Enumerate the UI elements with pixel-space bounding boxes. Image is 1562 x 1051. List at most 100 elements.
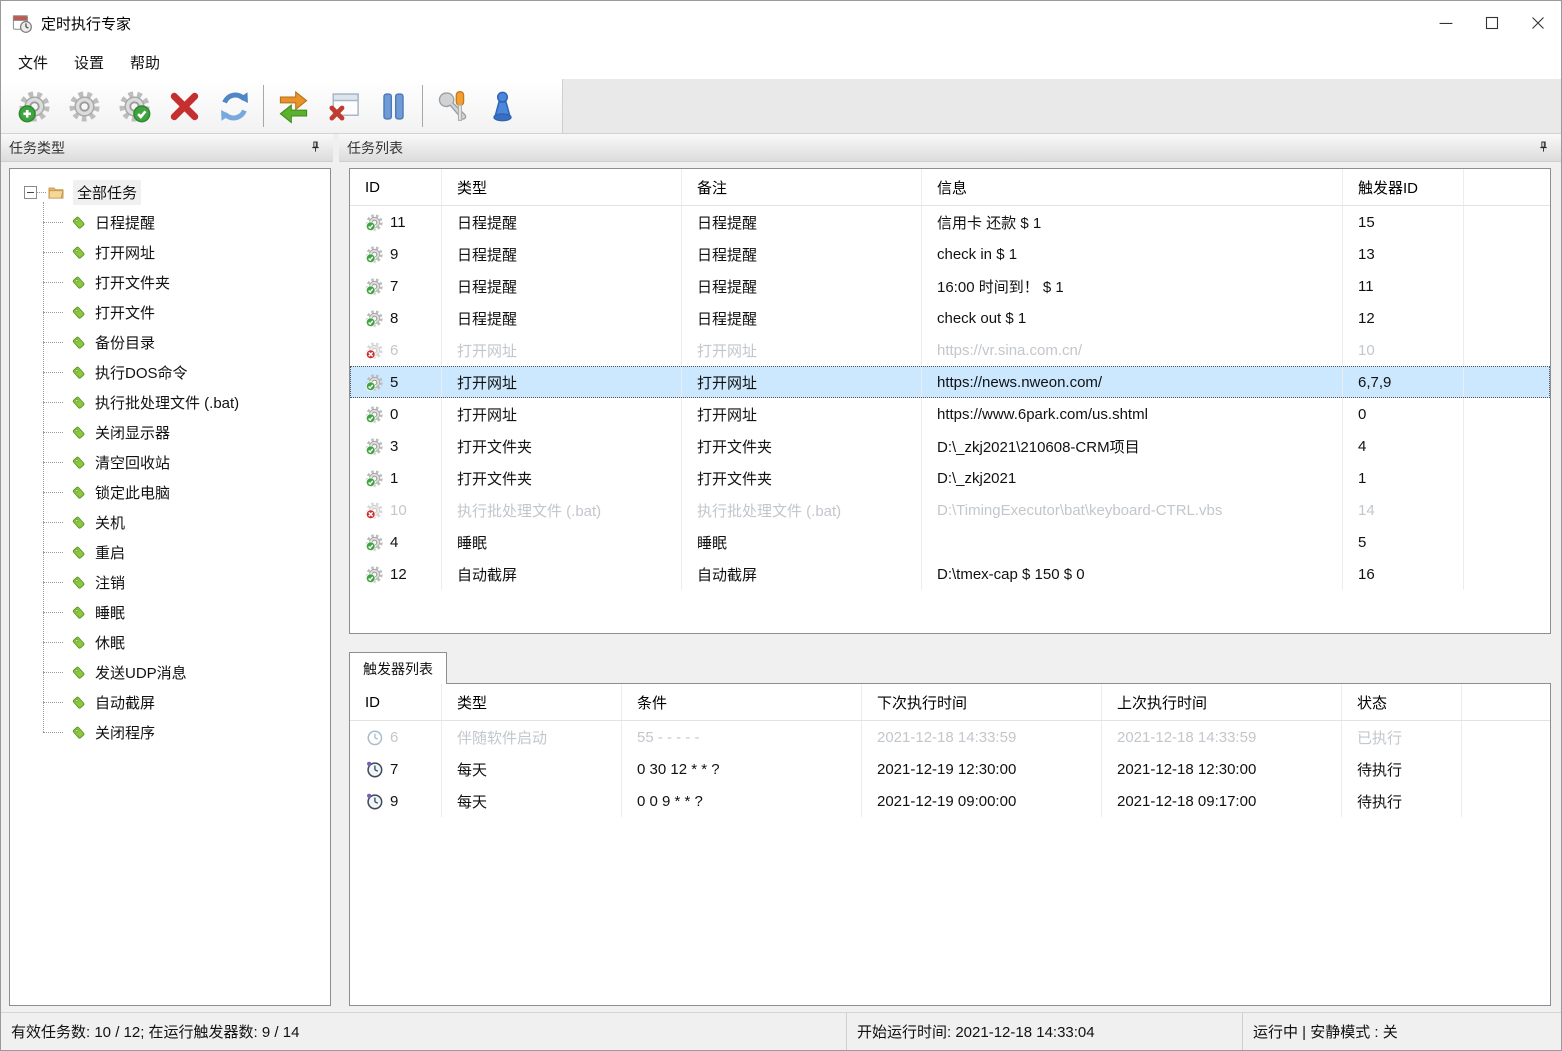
maximize-button[interactable] [1469,1,1515,45]
menu-settings[interactable]: 设置 [61,47,117,78]
task-row[interactable]: 0 打开网址 打开网址 https://www.6park.com/us.sht… [350,398,1550,430]
pin-button-right[interactable] [1533,138,1553,158]
tree-item-打开网址[interactable]: 打开网址 [16,237,326,267]
refresh-button[interactable] [209,82,259,130]
about-button[interactable] [477,82,527,130]
tree-item-关闭显示器[interactable]: 关闭显示器 [16,417,326,447]
tree-item-发送UDP消息[interactable]: 发送UDP消息 [16,657,326,687]
toolbar-divider [422,85,423,127]
tree-item-日程提醒[interactable]: 日程提醒 [16,207,326,237]
task-row[interactable]: 11 日程提醒 日程提醒 信用卡 还款 $ 1 15 [350,206,1550,238]
pin-button-left[interactable] [305,138,325,158]
column-header[interactable]: 上次执行时间 [1102,684,1342,720]
column-header[interactable]: 下次执行时间 [862,684,1102,720]
window-title: 定时执行专家 [41,13,131,34]
window-x-icon [326,89,361,124]
column-header[interactable]: 状态 [1342,684,1462,720]
tab-trigger-list[interactable]: 触发器列表 [349,652,447,684]
edit-task-button[interactable] [59,82,109,130]
row-filler [1462,753,1550,785]
row-filler [1464,430,1550,462]
column-header[interactable]: 备注 [682,169,922,205]
options-button[interactable] [427,82,477,130]
column-header[interactable]: ID [350,169,442,205]
minimize-button[interactable] [1423,1,1469,45]
row-filler [1464,558,1550,590]
task-row[interactable]: 10 执行批处理文件 (.bat) 执行批处理文件 (.bat) D:\Timi… [350,494,1550,526]
column-header-filler [1464,169,1550,205]
task-row[interactable]: 7 日程提醒 日程提醒 16:00 时间到！ $ 1 11 [350,270,1550,302]
row-filler [1462,785,1550,817]
task-id: 11 [390,214,406,231]
pause-button[interactable] [368,82,418,130]
task-note: 日程提醒 [682,302,922,334]
menu-help[interactable]: 帮助 [117,47,173,78]
trigger-type: 伴随软件启动 [442,721,622,753]
tree-item-执行DOS命令[interactable]: 执行DOS命令 [16,357,326,387]
trigger-row[interactable]: 7 每天 0 30 12 * * ? 2021-12-19 12:30:00 2… [350,753,1550,785]
toolbar [1,79,1561,134]
column-header[interactable]: ID [350,684,442,720]
task-row[interactable]: 8 日程提醒 日程提醒 check out $ 1 12 [350,302,1550,334]
task-row[interactable]: 5 打开网址 打开网址 https://news.nweon.com/ 6,7,… [350,366,1550,398]
menu-file[interactable]: 文件 [5,47,61,78]
tree-item-睡眠[interactable]: 睡眠 [16,597,326,627]
task-type: 打开网址 [442,334,682,366]
task-list-panel-header: 任务列表 [339,134,1561,162]
task-row[interactable]: 9 日程提醒 日程提醒 check in $ 1 13 [350,238,1550,270]
column-header[interactable]: 类型 [442,684,622,720]
tree-root-all-tasks[interactable]: 全部任务 [16,177,326,207]
trigger-last-time: 2021-12-18 12:30:00 [1102,753,1342,785]
column-header[interactable]: 条件 [622,684,862,720]
column-header[interactable]: 信息 [922,169,1343,205]
status-run-mode: 运行中 | 安静模式 : 关 [1243,1013,1561,1050]
task-row[interactable]: 6 打开网址 打开网址 https://vr.sina.com.cn/ 10 [350,334,1550,366]
enable-task-button[interactable] [109,82,159,130]
tree-item-休眠[interactable]: 休眠 [16,627,326,657]
tree-item-锁定此电脑[interactable]: 锁定此电脑 [16,477,326,507]
row-filler [1464,334,1550,366]
task-info: D:\_zkj2021\210608-CRM项目 [922,430,1343,462]
delete-task-button[interactable] [159,82,209,130]
tree-item-关闭程序[interactable]: 关闭程序 [16,717,326,747]
tree-item-打开文件夹[interactable]: 打开文件夹 [16,267,326,297]
task-note: 执行批处理文件 (.bat) [682,494,922,526]
tree-item-注销[interactable]: 注销 [16,567,326,597]
task-id: 8 [390,310,398,327]
collapse-expander-icon[interactable] [24,186,37,199]
tree-item-label: 日程提醒 [95,212,155,233]
tree-item-label: 发送UDP消息 [95,662,187,683]
task-id: 3 [390,438,398,455]
run-now-button[interactable] [268,82,318,130]
column-header[interactable]: 类型 [442,169,682,205]
trigger-row[interactable]: 6 伴随软件启动 55 - - - - - 2021-12-18 14:33:5… [350,721,1550,753]
trigger-row[interactable]: 9 每天 0 0 9 * * ? 2021-12-19 09:00:00 202… [350,785,1550,817]
trigger-condition: 0 30 12 * * ? [622,753,862,785]
tree-item-自动截屏[interactable]: 自动截屏 [16,687,326,717]
task-row[interactable]: 1 打开文件夹 打开文件夹 D:\_zkj2021 1 [350,462,1550,494]
pause-icon [376,89,411,124]
gear-icon [67,89,102,124]
tree-item-label: 休眠 [95,632,125,653]
trigger-condition: 0 0 9 * * ? [622,785,862,817]
tree-item-重启[interactable]: 重启 [16,537,326,567]
task-row[interactable]: 12 自动截屏 自动截屏 D:\tmex-cap $ 150 $ 0 16 [350,558,1550,590]
tag-icon [70,634,87,651]
task-row[interactable]: 4 睡眠 睡眠 5 [350,526,1550,558]
add-task-button[interactable] [9,82,59,130]
trigger-id: 6 [390,729,398,746]
tree-item-执行批处理文件 (.bat)[interactable]: 执行批处理文件 (.bat) [16,387,326,417]
tree-item-label: 备份目录 [95,332,155,353]
row-filler [1464,526,1550,558]
task-state-icon [365,469,384,488]
task-row[interactable]: 3 打开文件夹 打开文件夹 D:\_zkj2021\210608-CRM项目 4 [350,430,1550,462]
tree-item-关机[interactable]: 关机 [16,507,326,537]
tree-item-清空回收站[interactable]: 清空回收站 [16,447,326,477]
column-header[interactable]: 触发器ID [1343,169,1464,205]
stop-task-button[interactable] [318,82,368,130]
folder-icon [46,184,66,201]
tree-item-打开文件[interactable]: 打开文件 [16,297,326,327]
close-button[interactable] [1515,1,1561,45]
tree-item-备份目录[interactable]: 备份目录 [16,327,326,357]
menu-bar: 文件 设置 帮助 [1,45,1561,79]
